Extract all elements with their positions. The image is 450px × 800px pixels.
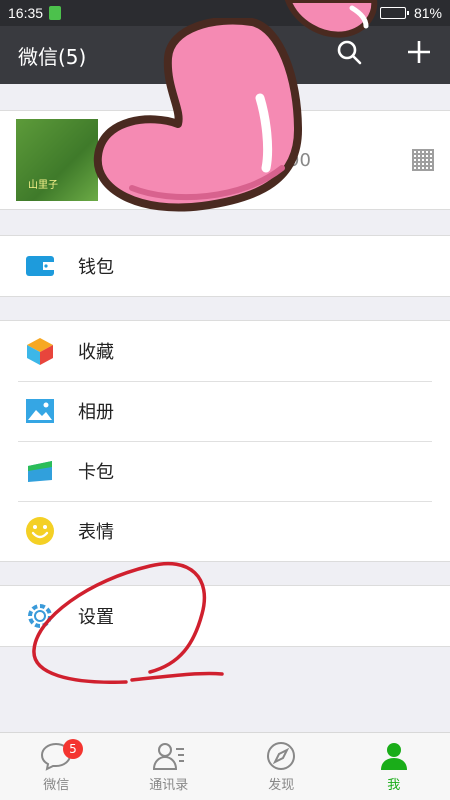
wallet-group: 钱包 bbox=[0, 235, 450, 297]
qr-code-icon[interactable] bbox=[412, 149, 434, 171]
menu-item-album[interactable]: 相册 bbox=[0, 381, 450, 441]
charging-icon: ⚡ bbox=[354, 4, 372, 21]
menu-label-cards: 卡包 bbox=[78, 462, 114, 483]
contacts-icon bbox=[152, 742, 184, 770]
menu-item-settings[interactable]: 设置 bbox=[0, 586, 450, 646]
status-bar: 16:35 ✱ ⏰ ⚡ 81% bbox=[0, 0, 450, 26]
menu-item-cards[interactable]: 卡包 bbox=[0, 441, 450, 501]
bottom-tabbar: 5 微信 通讯录 发现 我 bbox=[0, 732, 450, 800]
battery-icon bbox=[379, 7, 409, 19]
menu-item-wallet[interactable]: 钱包 bbox=[0, 236, 450, 296]
tab-label-contacts: 通讯录 bbox=[149, 777, 189, 793]
plus-icon[interactable] bbox=[406, 39, 432, 71]
compass-icon bbox=[267, 741, 296, 770]
unread-badge: 5 bbox=[63, 739, 83, 759]
favorites-cube-icon bbox=[24, 335, 56, 367]
alarm-icon: ⏰ bbox=[329, 4, 347, 21]
tab-label-me: 我 bbox=[387, 777, 401, 793]
wallet-icon bbox=[24, 250, 56, 282]
menu-item-favorites[interactable]: 收藏 bbox=[0, 321, 450, 381]
battery-percent: 81% bbox=[413, 5, 442, 21]
profile-card[interactable]: 山里子 90 bbox=[0, 110, 450, 210]
tab-label-chats: 微信 bbox=[43, 777, 70, 793]
album-icon bbox=[24, 395, 56, 427]
tab-contacts[interactable]: 通讯录 bbox=[113, 733, 226, 800]
avatar-text: 山里子 bbox=[28, 180, 58, 191]
status-right: ✱ ⏰ ⚡ 81% bbox=[309, 5, 442, 22]
menu-label-stickers: 表情 bbox=[78, 522, 114, 543]
status-time: 16:35 bbox=[8, 5, 44, 21]
tab-label-discover: 发现 bbox=[268, 777, 295, 793]
bluetooth-icon: ✱ bbox=[309, 4, 322, 21]
menu-item-stickers[interactable]: 表情 bbox=[0, 501, 450, 561]
tab-chats[interactable]: 5 微信 bbox=[0, 733, 113, 800]
wechat-id-fragment: 90 bbox=[288, 149, 311, 171]
person-icon bbox=[380, 742, 407, 770]
menu-label-album: 相册 bbox=[78, 402, 114, 423]
menu-label-favorites: 收藏 bbox=[78, 342, 114, 363]
menu-label-wallet: 钱包 bbox=[78, 257, 114, 278]
top-navbar: 微信(5) bbox=[0, 26, 450, 84]
search-icon[interactable] bbox=[336, 39, 362, 71]
gear-icon bbox=[24, 600, 56, 632]
settings-group: 设置 bbox=[0, 585, 450, 647]
sim-icon bbox=[49, 6, 62, 20]
page-title: 微信(5) bbox=[18, 44, 87, 69]
tab-discover[interactable]: 发现 bbox=[225, 733, 338, 800]
cards-icon bbox=[24, 455, 56, 487]
tab-me[interactable]: 我 bbox=[338, 733, 450, 800]
menu-label-settings: 设置 bbox=[78, 607, 114, 628]
avatar: 山里子 bbox=[16, 119, 98, 201]
navbar-actions bbox=[336, 39, 432, 71]
features-group: 收藏 相册 卡包 表情 bbox=[0, 320, 450, 562]
smiley-icon bbox=[24, 515, 56, 547]
